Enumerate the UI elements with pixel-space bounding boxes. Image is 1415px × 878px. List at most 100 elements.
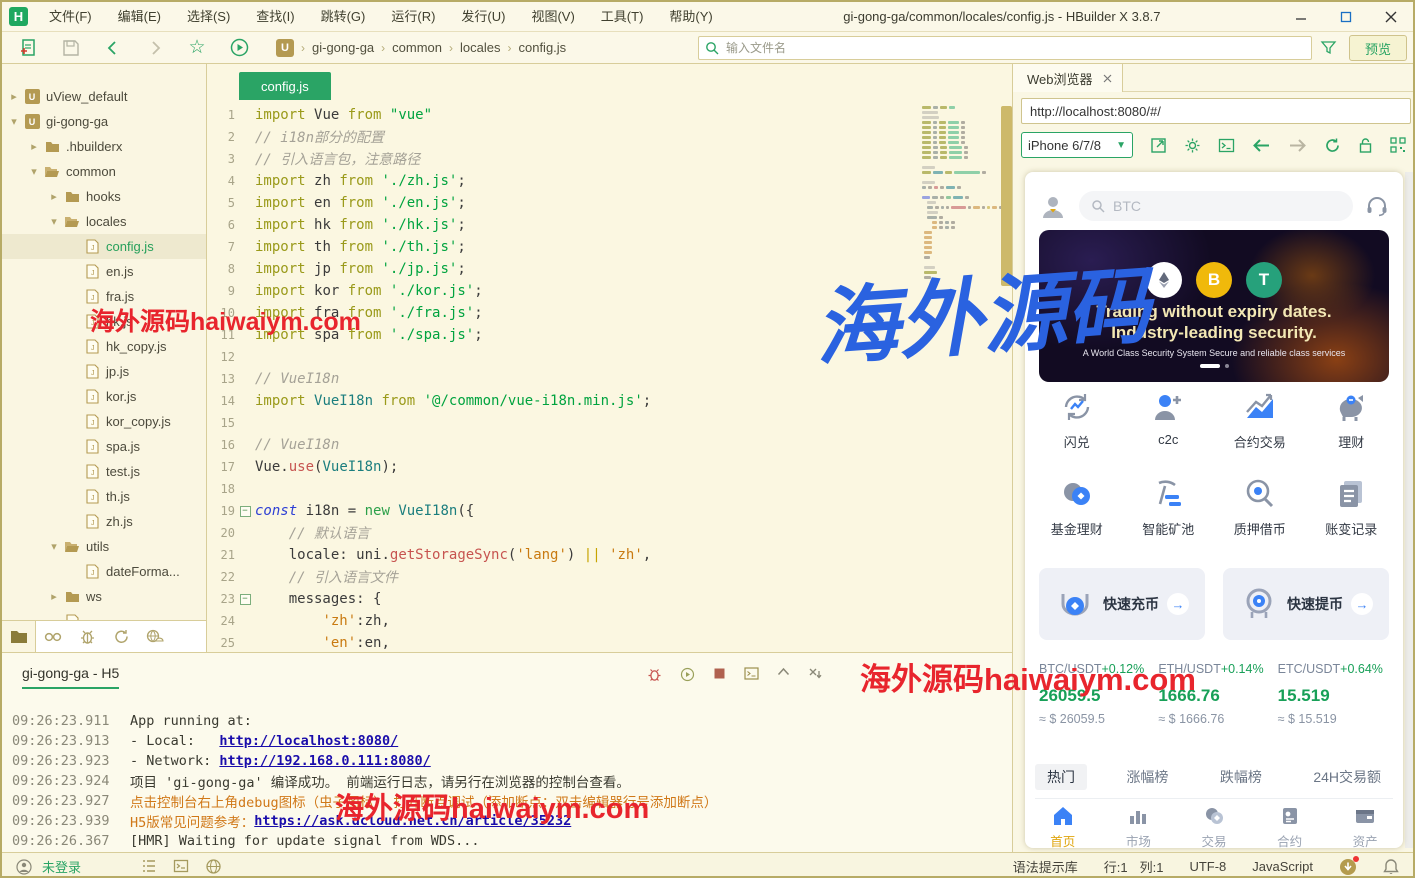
settings-gear-icon[interactable] — [1184, 137, 1201, 154]
market-tab-2[interactable]: 跌幅榜 — [1208, 764, 1274, 790]
refresh-icon[interactable] — [1324, 137, 1341, 154]
editor-tab-config-js[interactable]: config.js — [239, 72, 331, 100]
breadcrumb-item-gi-gong-ga[interactable]: gi-gong-ga — [312, 40, 374, 55]
line-number[interactable]: 19 — [207, 504, 235, 518]
line-number[interactable]: 8 — [207, 262, 235, 276]
line-number[interactable]: 24 — [207, 614, 235, 628]
tree-expanded-arrow-icon[interactable]: ▾ — [8, 115, 20, 128]
tree-collapsed-arrow-icon[interactable]: ▸ — [48, 590, 60, 603]
line-number[interactable]: 5 — [207, 196, 235, 210]
line-number[interactable]: 10 — [207, 306, 235, 320]
quick-deposit-card[interactable]: 快速充币 → — [1039, 568, 1205, 640]
line-number[interactable]: 4 — [207, 174, 235, 188]
menu-item-0[interactable]: 文件(F) — [36, 2, 105, 32]
line-number[interactable]: 9 — [207, 284, 235, 298]
tree-item-config.js[interactable]: Jconfig.js — [2, 234, 206, 259]
code-line-10[interactable]: 10 import fra from './fra.js'; — [207, 302, 1012, 324]
notification-bell-icon[interactable] — [1383, 858, 1399, 875]
feature-chart[interactable]: 合约交易 — [1214, 390, 1306, 451]
feature-coins[interactable]: 基金理财 — [1031, 477, 1123, 538]
save-icon[interactable] — [56, 36, 86, 60]
code-line-21[interactable]: 21 locale: uni.getStorageSync('lang') ||… — [207, 544, 1012, 566]
line-number[interactable]: 3 — [207, 152, 235, 166]
nav-market[interactable]: 市场 — [1101, 798, 1177, 848]
line-number[interactable]: 11 — [207, 328, 235, 342]
nav-home[interactable]: 首页 — [1025, 798, 1101, 848]
file-search-input[interactable] — [726, 41, 1311, 55]
sidebar-tab-sync[interactable] — [104, 621, 138, 652]
tree-item-ws[interactable]: ▸ ws — [2, 584, 206, 609]
maximize-button[interactable] — [1323, 3, 1368, 31]
line-number[interactable]: 21 — [207, 548, 235, 562]
tree-item-hk_copy.js[interactable]: Jhk_copy.js — [2, 334, 206, 359]
line-number[interactable]: 16 — [207, 438, 235, 452]
console-terminal-icon[interactable] — [744, 667, 759, 682]
nav-forward-icon[interactable] — [140, 36, 170, 60]
code-line-14[interactable]: 14 import VueI18n from '@/common/vue-i18n… — [207, 390, 1012, 412]
code-line-13[interactable]: 13 // VueI18n — [207, 368, 1012, 390]
browser-forward-icon[interactable] — [1288, 138, 1307, 153]
code-line-8[interactable]: 8 import jp from './jp.js'; — [207, 258, 1012, 280]
code-line-24[interactable]: 24 'zh':zh, — [207, 610, 1012, 632]
browser-tab[interactable]: Web浏览器 — [1013, 64, 1123, 92]
code-line-5[interactable]: 5 import en from './en.js'; — [207, 192, 1012, 214]
log-link[interactable]: http://192.168.0.111:8080/ — [219, 753, 430, 769]
preview-button[interactable]: 预览 — [1349, 35, 1407, 61]
tree-item-hooks[interactable]: ▸ hooks — [2, 184, 206, 209]
breadcrumb-item-locales[interactable]: locales — [460, 40, 500, 55]
line-number[interactable]: 12 — [207, 350, 235, 364]
line-number[interactable]: 14 — [207, 394, 235, 408]
line-number[interactable]: 6 — [207, 218, 235, 232]
tree-item-uView_default[interactable]: ▸ UuView_default — [2, 84, 206, 109]
tree-expanded-arrow-icon[interactable]: ▾ — [28, 165, 40, 178]
line-number[interactable]: 25 — [207, 636, 235, 650]
tree-item-dateForma...[interactable]: JdateForma... — [2, 559, 206, 584]
update-download-icon[interactable] — [1339, 855, 1359, 876]
tree-item-jp.js[interactable]: Jjp.js — [2, 359, 206, 384]
nav-trade[interactable]: 交易 — [1176, 798, 1252, 848]
stop-icon[interactable] — [713, 667, 726, 682]
url-input[interactable] — [1022, 103, 1410, 119]
nav-contract[interactable]: 合约 — [1252, 798, 1328, 848]
tree-expanded-arrow-icon[interactable]: ▾ — [48, 215, 60, 228]
syntax-lib-label[interactable]: 语法提示库 — [1013, 857, 1078, 876]
login-status[interactable]: 未登录 — [42, 857, 81, 876]
code-line-23[interactable]: 23− messages: { — [207, 588, 1012, 610]
tree-item-common[interactable]: ▾ common — [2, 159, 206, 184]
avatar-icon[interactable] — [1039, 192, 1067, 220]
code-line-3[interactable]: 3 // 引入语言包，注意路径 — [207, 148, 1012, 170]
tree-expanded-arrow-icon[interactable]: ▾ — [48, 540, 60, 553]
app-search-bar[interactable]: BTC — [1079, 191, 1353, 221]
tree-item-th.js[interactable]: Jth.js — [2, 484, 206, 509]
code-line-12[interactable]: 12 — [207, 346, 1012, 368]
new-file-icon[interactable] — [14, 36, 44, 60]
debug-bug-icon[interactable] — [647, 667, 662, 682]
code-area[interactable]: 1 import Vue from "vue" 2 // i18n部分的配置 3 // 引… — [207, 104, 1012, 652]
line-number[interactable]: 1 — [207, 108, 235, 122]
lock-icon[interactable] — [1358, 137, 1373, 154]
sidebar-tab-files[interactable] — [2, 621, 36, 652]
tree-item-kor.js[interactable]: Jkor.js — [2, 384, 206, 409]
code-line-15[interactable]: 15 — [207, 412, 1012, 434]
minimize-button[interactable] — [1278, 3, 1323, 31]
market-tab-3[interactable]: 24H交易额 — [1301, 764, 1393, 790]
code-line-1[interactable]: 1 import Vue from "vue" — [207, 104, 1012, 126]
market-tab-1[interactable]: 涨幅榜 — [1114, 764, 1180, 790]
tree-item-fra.js[interactable]: Jfra.js — [2, 284, 206, 309]
line-number[interactable]: 17 — [207, 460, 235, 474]
line-number[interactable]: 22 — [207, 570, 235, 584]
tree-item-locales[interactable]: ▾ locales — [2, 209, 206, 234]
line-number[interactable]: 2 — [207, 130, 235, 144]
feature-mining[interactable]: 智能矿池 — [1123, 477, 1215, 538]
tree-item-spa.js[interactable]: Jspa.js — [2, 434, 206, 459]
outline-list-icon[interactable] — [141, 858, 157, 875]
tree-collapsed-arrow-icon[interactable]: ▸ — [28, 140, 40, 153]
feature-c2c[interactable]: c2c — [1123, 390, 1215, 451]
menu-item-6[interactable]: 发行(U) — [448, 2, 518, 32]
breadcrumb-item-common[interactable]: common — [392, 40, 442, 55]
tree-item-utils[interactable]: ▾ utils — [2, 534, 206, 559]
tree-item-hk.js[interactable]: Jhk.js — [2, 309, 206, 334]
menu-item-9[interactable]: 帮助(Y) — [656, 2, 725, 32]
tree-item-zh.js[interactable]: Jzh.js — [2, 509, 206, 534]
menu-item-7[interactable]: 视图(V) — [518, 2, 587, 32]
